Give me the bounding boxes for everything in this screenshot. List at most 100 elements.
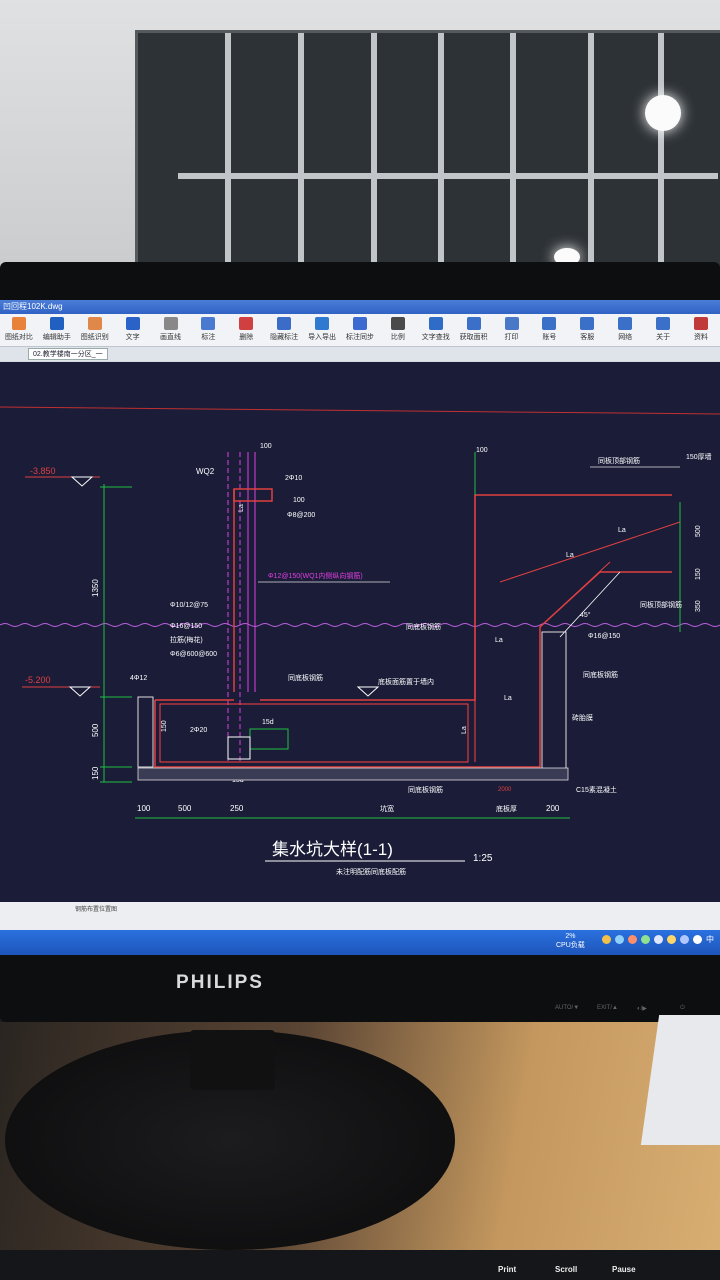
toolbar-label: 导入导出 — [308, 334, 337, 341]
monitor-brand: PHILIPS — [176, 972, 264, 993]
toolbar-label: 获取面积 — [459, 334, 488, 341]
rebar-2-20: 2Φ20 — [190, 727, 207, 734]
toolbar-button-16[interactable]: 网络 — [606, 314, 644, 346]
tray-icon-2[interactable] — [615, 935, 624, 944]
key-scroll[interactable]: Scroll — [555, 1265, 577, 1274]
label-c15: C15素混凝土 — [576, 785, 617, 794]
dim-2000: 2000 — [498, 787, 512, 793]
toolbar-label: 文字 — [125, 334, 140, 341]
dim-bottom-100: 100 — [137, 804, 151, 813]
elevation-bottom-label: -5.200 — [25, 675, 51, 685]
toolbar-button-9[interactable]: 标注同步 — [341, 314, 379, 346]
toolbar-button-2[interactable]: 图纸识别 — [76, 314, 114, 346]
dimension-icon — [201, 317, 216, 330]
toolbar-label: 资料 — [693, 334, 708, 341]
monitor-stand-neck — [190, 1030, 275, 1090]
line-icon — [163, 317, 178, 330]
la-label-5: La — [504, 695, 512, 702]
cpu-percent: 2% — [565, 933, 576, 940]
hide-icon — [277, 317, 292, 330]
toolbar-button-18[interactable]: 资料 — [682, 314, 720, 346]
area-icon — [466, 317, 481, 330]
toolbar-button-11[interactable]: 文字查找 — [417, 314, 455, 346]
tray-icon-5[interactable] — [654, 935, 663, 944]
tray-icon-3[interactable] — [628, 935, 637, 944]
key-pause[interactable]: Pause — [612, 1265, 636, 1274]
la-label-6: La — [495, 637, 503, 644]
drawing-subtitle: 未注明配筋同底板配筋 — [336, 867, 406, 876]
volume-icon[interactable] — [693, 935, 702, 944]
rebar-16-150-right: Φ16@150 — [588, 633, 620, 640]
room-background — [0, 0, 720, 281]
label-bottom-bar: 同底板钢筋 — [583, 670, 618, 679]
toolbar-button-4[interactable]: 画直线 — [152, 314, 190, 346]
toolbar-button-17[interactable]: 关于 — [644, 314, 682, 346]
network-icon[interactable] — [680, 935, 689, 944]
toolbar-button-0[interactable]: 图纸对比 — [0, 314, 38, 346]
tab-drawing[interactable]: 02.教学楼南一分区_一 — [28, 348, 108, 360]
tray-icon-6[interactable] — [667, 935, 676, 944]
status-text: 钢筋布置位置图 — [75, 907, 118, 913]
scale-icon — [390, 317, 405, 330]
cad-drawing: -3.850 -5.200 1350 500 150 WQ2 100 La 2Φ… — [0, 406, 720, 876]
rebar-16-150-left: Φ16@150 — [170, 623, 202, 630]
dim-15d: 15d — [262, 719, 274, 726]
wq2-label: WQ2 — [196, 467, 215, 476]
taskbar: 2% CPU负载 中 — [0, 930, 720, 955]
toolbar-button-10[interactable]: 比例 — [379, 314, 417, 346]
compare-icon — [11, 317, 26, 330]
monitor-power-button[interactable]: ⏻ — [680, 1005, 685, 1012]
label-150-thick: 150厚墙 — [686, 452, 712, 461]
window — [135, 30, 720, 281]
toolbar-button-14[interactable]: 账号 — [530, 314, 568, 346]
dim-150: 150 — [91, 766, 100, 780]
key-print[interactable]: Print — [498, 1265, 516, 1274]
toolbar-label: 关于 — [656, 334, 671, 341]
toolbar-button-6[interactable]: 删除 — [227, 314, 265, 346]
toolbar-button-5[interactable]: 标注 — [189, 314, 227, 346]
tray-icon-4[interactable] — [641, 935, 650, 944]
la-label-3: La — [618, 527, 626, 534]
status-area: 钢筋布置位置图 — [0, 902, 720, 932]
toolbar-label: 客服 — [580, 334, 595, 341]
dim-bottom-250: 250 — [230, 804, 244, 813]
account-icon — [542, 317, 557, 330]
dim-right-350: 350 — [695, 600, 702, 612]
toolbar-button-7[interactable]: 隐藏标注 — [265, 314, 303, 346]
monitor-button-exit[interactable]: EXIT/▲ — [597, 1005, 618, 1011]
toolbar-button-13[interactable]: 打印 — [493, 314, 531, 346]
monitor-button-input[interactable]: ◐/▶ — [637, 1005, 647, 1012]
toolbar-label: 编辑助手 — [42, 334, 71, 341]
drawing-title: 集水坑大样(1-1) — [272, 840, 393, 859]
print-icon — [504, 317, 519, 330]
find-text-icon — [428, 317, 443, 330]
tray-icon-1[interactable] — [602, 935, 611, 944]
toolbar-button-12[interactable]: 获取面积 — [455, 314, 493, 346]
toolbar-button-15[interactable]: 客服 — [568, 314, 606, 346]
tab-strip: 02.教学楼南一分区_一 — [0, 347, 720, 361]
docs-icon — [693, 317, 708, 330]
toolbar-label: 文字查找 — [421, 334, 450, 341]
edit-assistant-icon — [49, 317, 64, 330]
dim-pit-width: 坑宽 — [380, 804, 394, 813]
label-top-bar: 同板顶部钢筋 — [598, 456, 640, 465]
label-bottom-bar-2: 同底板钢筋 — [408, 785, 443, 794]
toolbar-button-3[interactable]: 文字 — [114, 314, 152, 346]
drawing-canvas[interactable]: -3.850 -5.200 1350 500 150 WQ2 100 La 2Φ… — [0, 362, 720, 902]
drawing-scale: 1:25 — [473, 853, 493, 864]
system-tray[interactable]: 中 — [602, 934, 714, 945]
label-pit-bar: 底板面筋置于墙内 — [378, 677, 434, 686]
label-side: 同底板钢筋 — [406, 622, 441, 631]
toolbar-label: 网络 — [618, 334, 633, 341]
angle-45-label: 45° — [580, 611, 591, 619]
toolbar-button-1[interactable]: 编辑助手 — [38, 314, 76, 346]
cpu-label: CPU负载 — [556, 942, 585, 949]
label-wall-bar: 同板顶部钢筋 — [640, 600, 682, 609]
dim-bottom-thickness: 底板厚 — [496, 804, 517, 813]
toolbar-label: 图纸识别 — [80, 334, 109, 341]
monitor-button-auto[interactable]: AUTO/▼ — [555, 1005, 579, 1011]
toolbar-label: 删除 — [239, 334, 254, 341]
toolbar-button-8[interactable]: 导入导出 — [303, 314, 341, 346]
toolbar-label: 标注同步 — [345, 334, 374, 341]
ime-indicator[interactable]: 中 — [706, 934, 714, 945]
